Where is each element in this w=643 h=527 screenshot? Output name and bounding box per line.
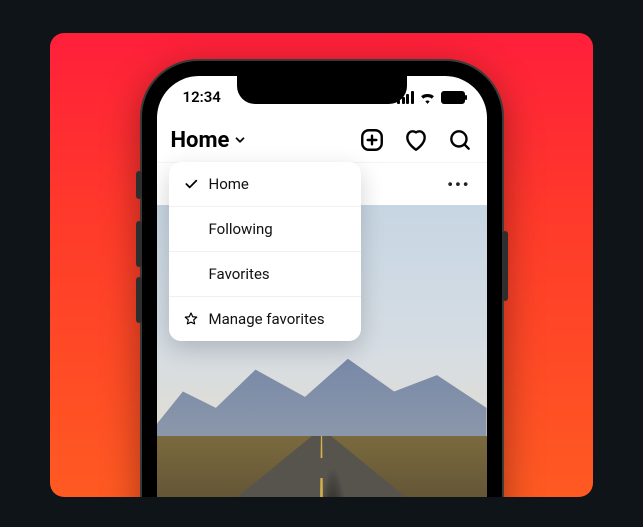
notch [237, 76, 407, 104]
activity-button[interactable] [403, 127, 429, 153]
status-time: 12:34 [183, 88, 221, 106]
dropdown-item-label: Following [209, 220, 273, 238]
phone-frame: 12:34 Home [142, 61, 502, 497]
dropdown-item-label: Home [209, 175, 249, 193]
wifi-icon [419, 91, 436, 104]
volume-down-btn [136, 277, 142, 323]
post-options-button[interactable]: ••• [447, 175, 470, 194]
mute-switch [136, 171, 142, 199]
dropdown-item-home[interactable]: Home [169, 162, 361, 207]
star-icon [183, 311, 199, 327]
battery-icon [441, 91, 465, 104]
dropdown-item-favorites[interactable]: Favorites [169, 252, 361, 297]
dropdown-item-following[interactable]: Following [169, 207, 361, 252]
dropdown-item-label: Favorites [209, 265, 270, 283]
phone-screen: 12:34 Home [157, 76, 487, 497]
feed-switcher-button[interactable]: Home [171, 128, 248, 153]
power-button [502, 231, 508, 301]
feed-dropdown: Home Following Favorites Manage [169, 162, 361, 341]
chevron-down-icon [233, 133, 247, 147]
dropdown-item-manage-favorites[interactable]: Manage favorites [169, 297, 361, 341]
promo-card: 12:34 Home [50, 33, 593, 497]
dropdown-item-label: Manage favorites [209, 310, 325, 328]
new-post-button[interactable] [359, 127, 385, 153]
volume-up-btn [136, 221, 142, 267]
feed-title: Home [171, 128, 230, 153]
check-icon [183, 176, 199, 192]
app-header: Home [157, 118, 487, 162]
search-button[interactable] [447, 127, 473, 153]
